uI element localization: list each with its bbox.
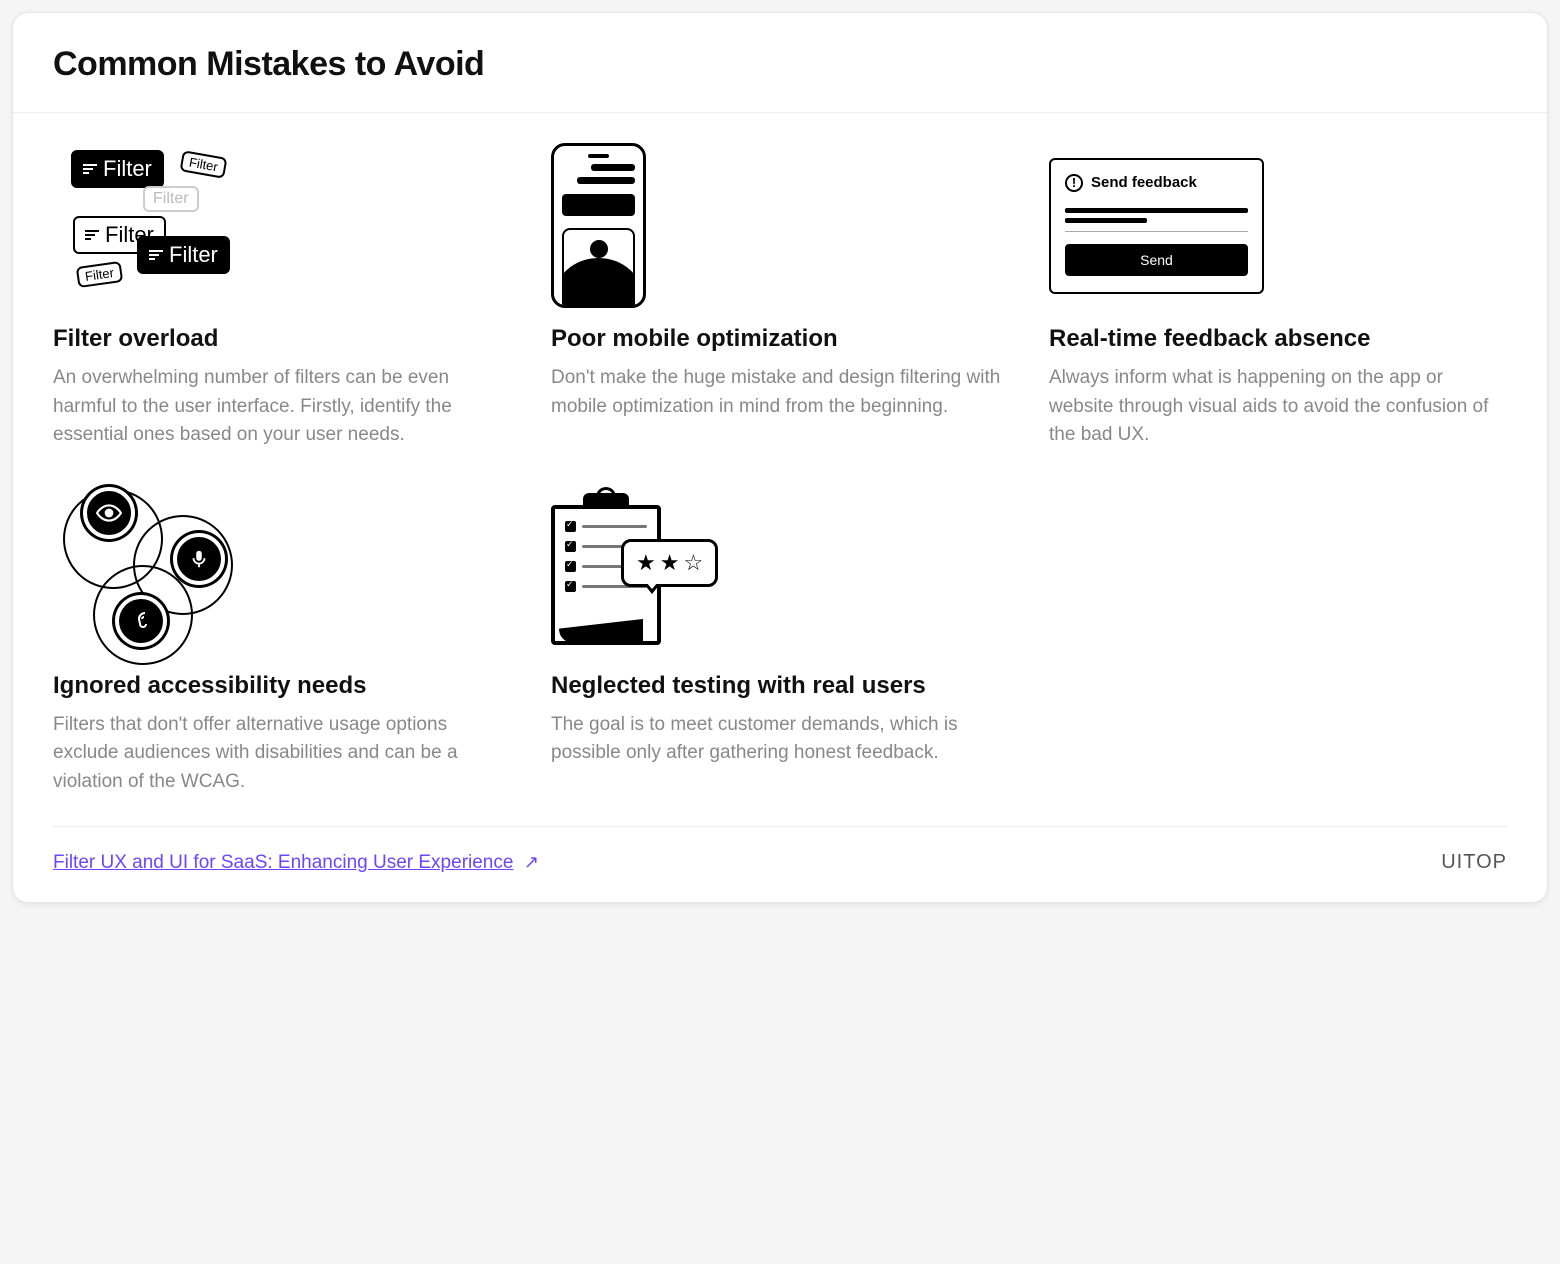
alert-icon: ! <box>1065 174 1083 192</box>
accessibility-icon <box>53 490 511 655</box>
ear-icon <box>115 595 167 647</box>
source-link[interactable]: Filter UX and UI for SaaS: Enhancing Use… <box>53 852 513 873</box>
item-body: Always inform what is happening on the a… <box>1049 364 1507 450</box>
mistakes-grid: Filter Filter Filter Filter Filter Filte… <box>13 113 1547 826</box>
brand-label: UITOP <box>1441 851 1507 874</box>
mistake-item: ★★☆ Neglected testing with real users Th… <box>551 490 1009 797</box>
info-card: Common Mistakes to Avoid Filter Filter F… <box>12 12 1548 903</box>
item-heading: Filter overload <box>53 324 511 354</box>
item-body: Don't make the huge mistake and design f… <box>551 364 1009 421</box>
item-heading: Ignored accessibility needs <box>53 671 511 701</box>
mistake-item: Filter Filter Filter Filter Filter Filte… <box>53 143 511 450</box>
external-link-icon: ↗ <box>524 852 539 873</box>
card-header: Common Mistakes to Avoid <box>13 13 1547 113</box>
mistake-item: Ignored accessibility needs Filters that… <box>53 490 511 797</box>
card-footer: Filter UX and UI for SaaS: Enhancing Use… <box>53 826 1507 902</box>
mistake-item: ! Send feedback Send Real-time feedback … <box>1049 143 1507 450</box>
mobile-optimization-icon <box>551 143 1009 308</box>
filter-overload-icon: Filter Filter Filter Filter Filter Filte… <box>53 143 511 308</box>
user-testing-icon: ★★☆ <box>551 490 1009 655</box>
eye-icon <box>83 487 135 539</box>
feedback-absence-icon: ! Send feedback Send <box>1049 143 1507 308</box>
item-heading: Poor mobile optimization <box>551 324 1009 354</box>
mistake-item: Poor mobile optimization Don't make the … <box>551 143 1009 450</box>
item-body: Filters that don't offer alternative usa… <box>53 711 511 797</box>
microphone-icon <box>173 533 225 585</box>
item-body: An overwhelming number of filters can be… <box>53 364 511 450</box>
item-body: The goal is to meet customer demands, wh… <box>551 711 1009 768</box>
item-heading: Real-time feedback absence <box>1049 324 1507 354</box>
item-heading: Neglected testing with real users <box>551 671 1009 701</box>
star-rating-icon: ★★☆ <box>621 539 718 587</box>
page-title: Common Mistakes to Avoid <box>53 45 1507 84</box>
